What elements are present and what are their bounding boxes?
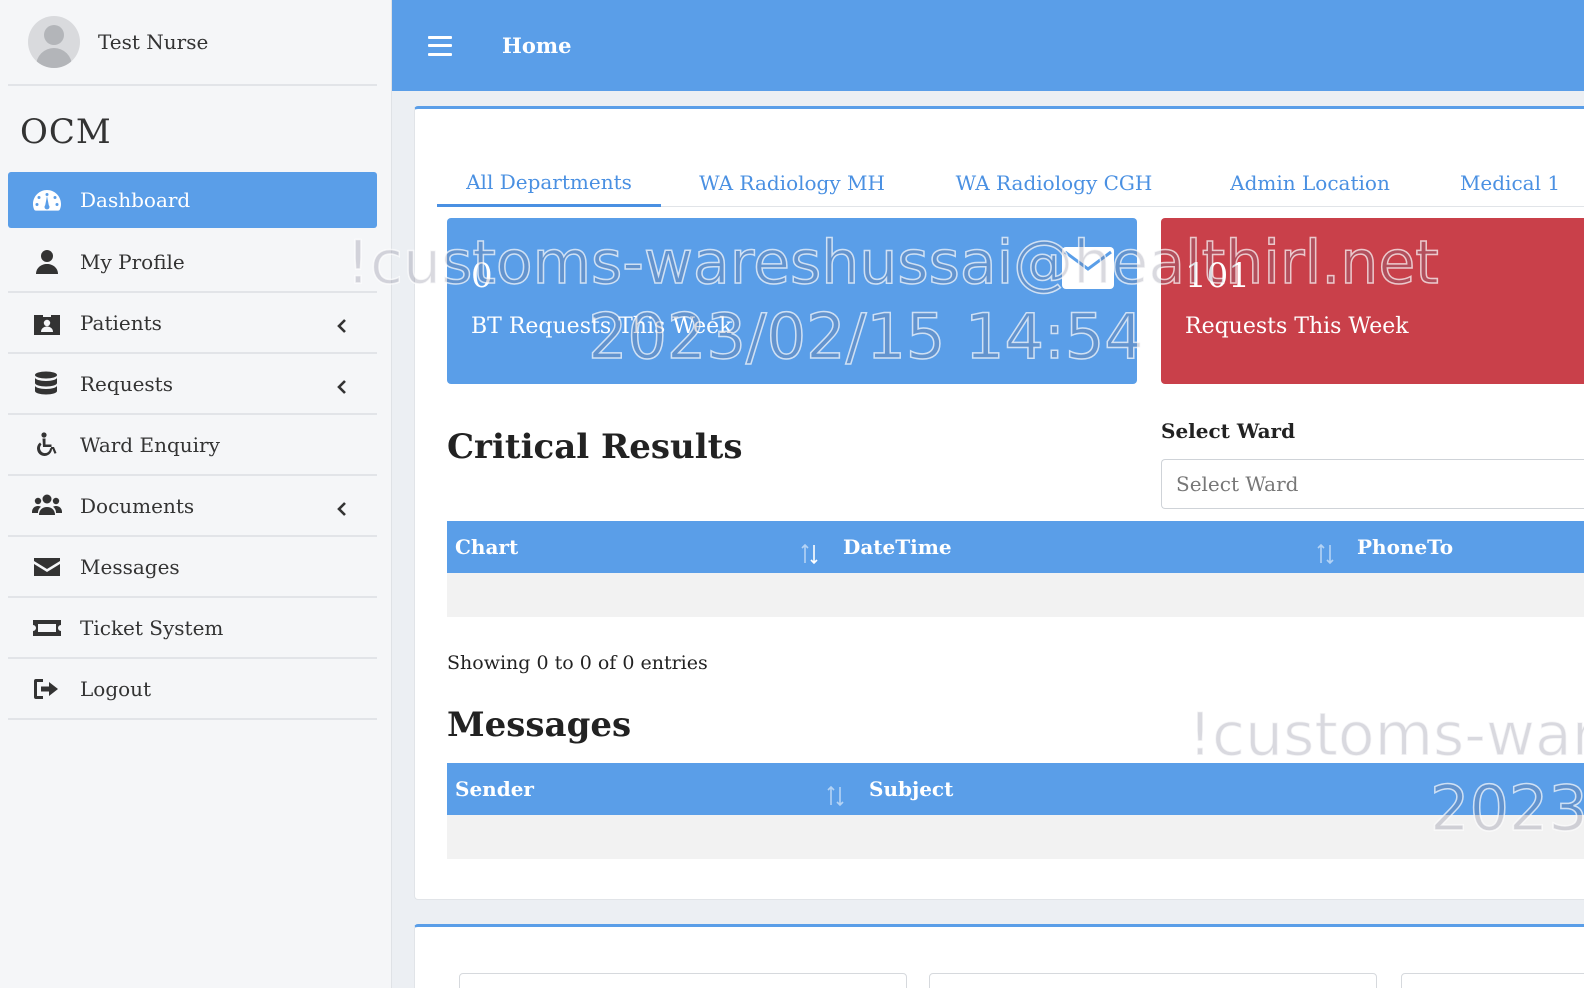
sidebar-item-dashboard[interactable]: Dashboard [8, 172, 377, 228]
sidebar-item-logout[interactable]: Logout [8, 659, 377, 720]
sidebar-item-messages[interactable]: Messages [8, 537, 377, 598]
sidebar-item-label: My Profile [80, 249, 185, 274]
tab-admin-location[interactable]: Admin Location [1185, 159, 1435, 207]
dashboard-panel: All Departments WA Radiology MH WA Radio… [414, 106, 1584, 900]
hamburger-menu-icon[interactable] [428, 35, 452, 56]
sort-icon[interactable] [1315, 541, 1337, 567]
bt-requests-label: BT Requests This Week [471, 314, 733, 339]
entries-info: Showing 0 to 0 of 0 entries [447, 652, 708, 674]
sidebar-item-documents[interactable]: Documents [8, 476, 377, 537]
sidebar-item-requests[interactable]: Requests [8, 354, 377, 415]
sidebar-item-label: Dashboard [80, 188, 191, 212]
table-row [447, 573, 1584, 617]
critical-results-table-header: Chart DateTime PhoneTo [447, 521, 1584, 573]
envelope-icon [32, 553, 66, 581]
department-tabs: All Departments WA Radiology MH WA Radio… [437, 159, 1584, 207]
input-field[interactable] [1401, 973, 1584, 988]
ticket-icon [32, 614, 66, 642]
bt-requests-count: 0 [471, 256, 493, 296]
brand-logo: OCM [20, 112, 112, 152]
column-header-sender[interactable]: Sender [455, 763, 534, 815]
chevron-left-icon [335, 376, 349, 394]
avatar[interactable] [28, 16, 80, 68]
input-field[interactable] [459, 973, 907, 988]
user-panel: Test Nurse [8, 0, 377, 86]
tab-all-departments[interactable]: All Departments [437, 159, 661, 207]
sidebar-item-label: Ticket System [80, 615, 224, 640]
sort-icon[interactable] [825, 783, 847, 809]
sidebar-item-label: Logout [80, 676, 152, 701]
sidebar-item-label: Requests [80, 371, 173, 396]
select-ward-dropdown[interactable]: Select Ward [1161, 459, 1584, 509]
requests-card[interactable]: 101 Requests This Week [1161, 218, 1584, 384]
sign-out-icon [32, 675, 66, 703]
sidebar-item-my-profile[interactable]: My Profile [8, 232, 377, 293]
requests-label: Requests This Week [1185, 314, 1409, 339]
secondary-panel [414, 924, 1584, 988]
input-field[interactable] [929, 973, 1377, 988]
bt-requests-card[interactable]: 0 BT Requests This Week [447, 218, 1137, 384]
sidebar-item-ward-enquiry[interactable]: Ward Enquiry [8, 415, 377, 476]
sidebar-item-label: Documents [80, 493, 195, 518]
user-name: Test Nurse [98, 30, 209, 54]
envelope-open-icon [1061, 246, 1115, 290]
sort-icon[interactable] [799, 541, 821, 567]
messages-title: Messages [447, 705, 632, 745]
column-header-subject[interactable]: Subject [869, 763, 953, 815]
messages-table-header: Sender Subject [447, 763, 1584, 815]
sidebar-item-patients[interactable]: Patients [8, 293, 377, 354]
tab-medical-1[interactable]: Medical 1 [1435, 159, 1584, 207]
tab-wa-radiology-mh[interactable]: WA Radiology MH [661, 159, 923, 207]
sidebar: Test Nurse OCM Dashboard My Profile Pati… [0, 0, 392, 988]
critical-results-title: Critical Results [447, 427, 743, 467]
top-bar: Home [392, 0, 1584, 91]
wheelchair-icon [32, 431, 66, 459]
sidebar-item-label: Ward Enquiry [80, 432, 220, 457]
sidebar-item-label: Patients [80, 310, 162, 335]
table-row [447, 815, 1584, 859]
chevron-left-icon [335, 498, 349, 516]
sidebar-item-label: Messages [80, 554, 180, 579]
sidebar-item-ticket-system[interactable]: Ticket System [8, 598, 377, 659]
user-icon [32, 248, 66, 276]
tab-wa-radiology-cgh[interactable]: WA Radiology CGH [923, 159, 1185, 207]
id-badge-icon [32, 309, 66, 337]
chevron-left-icon [335, 315, 349, 333]
database-icon [32, 370, 66, 398]
dashboard-icon [32, 186, 66, 214]
users-icon [32, 492, 66, 520]
requests-count: 101 [1185, 256, 1250, 296]
sidebar-nav: Dashboard My Profile Patients Requests W… [8, 172, 377, 720]
select-ward-label: Select Ward [1161, 419, 1296, 443]
column-header-datetime[interactable]: DateTime [843, 521, 952, 573]
column-header-phoneto[interactable]: PhoneTo [1357, 521, 1453, 573]
column-header-chart[interactable]: Chart [455, 521, 518, 573]
page-title: Home [502, 33, 572, 58]
